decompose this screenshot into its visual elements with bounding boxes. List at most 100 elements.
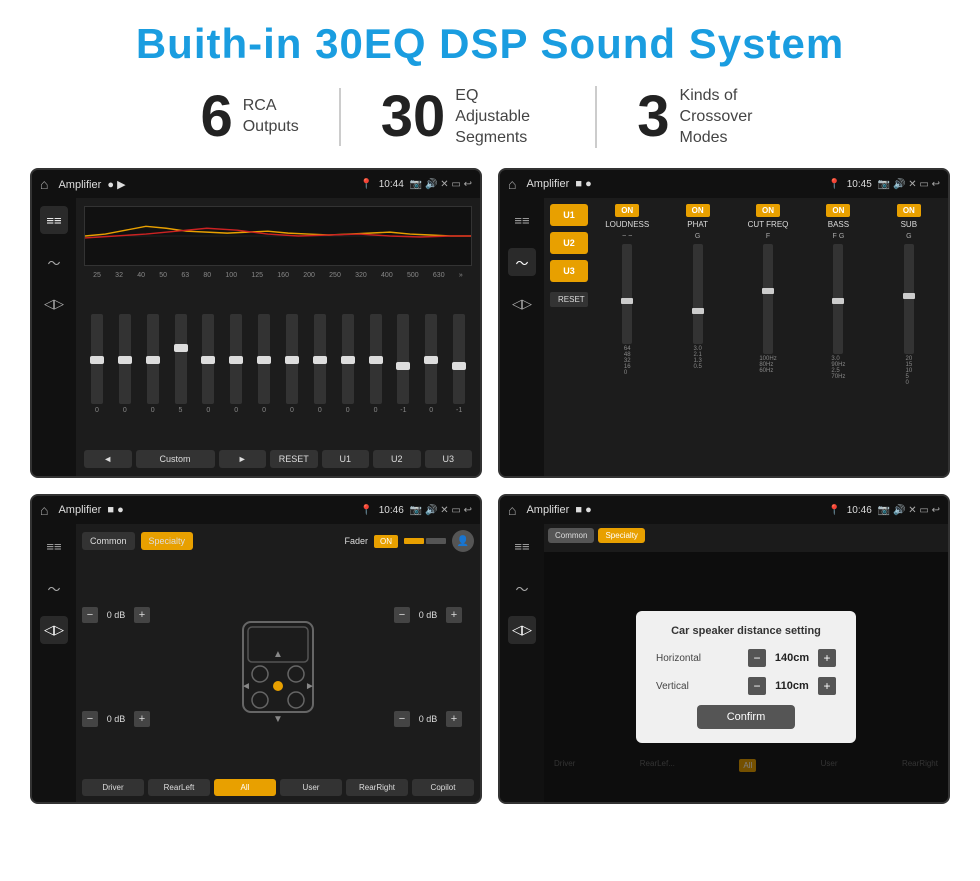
plus-tl[interactable]: + — [134, 607, 150, 623]
home-icon-3[interactable]: ⌂ — [40, 502, 48, 518]
slider-thumb-5[interactable] — [201, 356, 215, 364]
sub-on-btn[interactable]: ON — [897, 204, 921, 217]
minus-tl[interactable]: − — [82, 607, 98, 623]
bass-slider[interactable] — [832, 298, 844, 304]
user-btn[interactable]: User — [280, 779, 342, 796]
eq-sidebar: ≡≡ 〜 ◁▷ — [32, 198, 76, 476]
slider-thumb-10[interactable] — [341, 356, 355, 364]
avatar-icon[interactable]: 👤 — [452, 530, 474, 552]
rear-right-btn[interactable]: RearRight — [346, 779, 408, 796]
bg-specialty-tab[interactable]: Specialty — [598, 528, 644, 543]
fader-sidebar-vol-icon[interactable]: ◁▷ — [40, 616, 68, 644]
phat-slider[interactable] — [692, 308, 704, 314]
slider-thumb-8[interactable] — [285, 356, 299, 364]
fader-status-icons2: 📷 🔊 ✕ ▭ ↩ — [410, 505, 472, 516]
driver-btn[interactable]: Driver — [82, 779, 144, 796]
fader-sidebar: ≡≡ 〜 ◁▷ — [32, 524, 76, 802]
minus-tr[interactable]: − — [394, 607, 410, 623]
page-wrapper: Buith-in 30EQ DSP Sound System 6 RCAOutp… — [0, 0, 980, 881]
sub-slider[interactable] — [903, 293, 915, 299]
val-tl: 0 dB — [102, 610, 130, 620]
u2-button[interactable]: U2 — [550, 232, 588, 254]
eq-prev-btn[interactable]: ◄ — [84, 450, 132, 468]
eq-custom-btn[interactable]: Custom — [136, 450, 215, 468]
specialty-tab[interactable]: Specialty — [141, 532, 194, 550]
vertical-plus-btn[interactable]: + — [818, 677, 836, 695]
fader-on-btn[interactable]: ON — [374, 535, 398, 548]
fader-sidebar-eq-icon[interactable]: ≡≡ — [40, 532, 68, 560]
sidebar-vol-icon[interactable]: ◁▷ — [40, 290, 68, 318]
eq-reset-btn[interactable]: RESET — [270, 450, 318, 468]
horizontal-plus-btn[interactable]: + — [818, 649, 836, 667]
vertical-value: 110cm — [772, 680, 812, 692]
slider-thumb-6[interactable] — [229, 356, 243, 364]
plus-bl[interactable]: + — [134, 711, 150, 727]
eq-status-bar: ⌂ Amplifier ● ▶ 📍 10:44 📷 🔊 ✕ ▭ ↩ — [32, 170, 480, 198]
fader-time: 10:46 — [379, 505, 404, 516]
sidebar-eq-icon[interactable]: ≡≡ — [40, 206, 68, 234]
horizontal-minus-btn[interactable]: − — [748, 649, 766, 667]
slider-thumb-3[interactable] — [146, 356, 160, 364]
home-icon-4[interactable]: ⌂ — [508, 502, 516, 518]
fader-screen: ⌂ Amplifier ■ ● 📍 10:46 📷 🔊 ✕ ▭ ↩ ≡≡ 〜 ◁… — [30, 494, 482, 804]
eq-time: 10:44 — [379, 179, 404, 190]
copilot-btn[interactable]: Copilot — [412, 779, 474, 796]
eq-screen-title: Amplifier ● ▶ — [58, 178, 354, 191]
cutfreq-on-btn[interactable]: ON — [756, 204, 780, 217]
stat-crossover-label: Kinds ofCrossover Modes — [680, 86, 780, 148]
cutfreq-label: CUT FREQ — [748, 220, 789, 229]
sidebar-wave-icon[interactable]: 〜 — [40, 248, 68, 276]
confirm-button[interactable]: Confirm — [697, 705, 796, 729]
all-btn[interactable]: All — [214, 779, 276, 796]
loudness-on-btn[interactable]: ON — [615, 204, 639, 217]
slider-thumb-11[interactable] — [369, 356, 383, 364]
left-controls: − 0 dB + − 0 dB + — [82, 558, 162, 775]
slider-thumb-14[interactable] — [452, 362, 466, 370]
dist-sidebar-vol-icon[interactable]: ◁▷ — [508, 616, 536, 644]
plus-br[interactable]: + — [446, 711, 462, 727]
eq-next-btn[interactable]: ► — [219, 450, 267, 468]
eq-u2-btn[interactable]: U2 — [373, 450, 421, 468]
dist-sidebar-wave-icon[interactable]: 〜 — [508, 574, 536, 602]
slider-thumb-7[interactable] — [257, 356, 271, 364]
cx-sidebar-vol-icon[interactable]: ◁▷ — [508, 290, 536, 318]
minus-bl[interactable]: − — [82, 711, 98, 727]
ch-loudness: ON LOUDNESS ~ ~ 644832160 — [594, 204, 660, 470]
bg-common-tab[interactable]: Common — [548, 528, 594, 543]
ch-phat: ON PHAT G 3.02.11.30.5 — [664, 204, 730, 470]
cx-sidebar-eq-icon[interactable]: ≡≡ — [508, 206, 536, 234]
bass-on-btn[interactable]: ON — [826, 204, 850, 217]
crossover-reset-btn[interactable]: RESET — [550, 292, 588, 307]
distance-status-bar: ⌂ Amplifier ■ ● 📍 10:46 📷 🔊 ✕ ▭ ↩ — [500, 496, 948, 524]
dist-sidebar-eq-icon[interactable]: ≡≡ — [508, 532, 536, 560]
common-tab[interactable]: Common — [82, 532, 135, 550]
distance-main-area: Common Specialty DriverRearLef...AllUser… — [544, 524, 948, 802]
slider-thumb-4[interactable] — [174, 344, 188, 352]
stat-rca-label: RCAOutputs — [243, 96, 299, 138]
slider-thumb-12[interactable] — [396, 362, 410, 370]
val-bl: 0 dB — [102, 714, 130, 724]
fader-sidebar-wave-icon[interactable]: 〜 — [40, 574, 68, 602]
minus-br[interactable]: − — [394, 711, 410, 727]
u3-button[interactable]: U3 — [550, 260, 588, 282]
slider-thumb-1[interactable] — [90, 356, 104, 364]
svg-text:◄: ◄ — [241, 681, 251, 692]
home-icon-2[interactable]: ⌂ — [508, 176, 516, 192]
cx-sidebar-wave-icon[interactable]: 〜 — [508, 248, 536, 276]
plus-tr[interactable]: + — [446, 607, 462, 623]
eq-slider-5: 0 — [195, 314, 221, 414]
rear-left-btn[interactable]: RearLeft — [148, 779, 210, 796]
eq-slider-6: 0 — [223, 314, 249, 414]
eq-u1-btn[interactable]: U1 — [322, 450, 370, 468]
eq-slider-8: 0 — [279, 314, 305, 414]
eq-u3-btn[interactable]: U3 — [425, 450, 473, 468]
slider-thumb-9[interactable] — [313, 356, 327, 364]
slider-thumb-13[interactable] — [424, 356, 438, 364]
loudness-slider[interactable] — [621, 298, 633, 304]
slider-thumb-2[interactable] — [118, 356, 132, 364]
cutfreq-slider[interactable] — [762, 288, 774, 294]
u1-button[interactable]: U1 — [550, 204, 588, 226]
home-icon[interactable]: ⌂ — [40, 176, 48, 192]
phat-on-btn[interactable]: ON — [686, 204, 710, 217]
vertical-minus-btn[interactable]: − — [748, 677, 766, 695]
